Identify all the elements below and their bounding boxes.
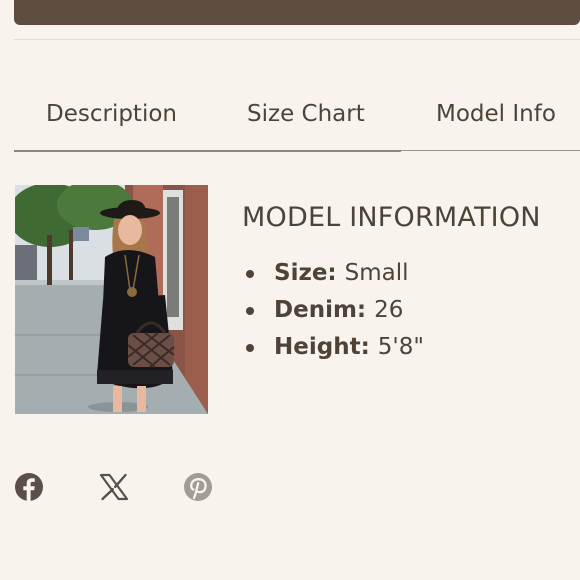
bullet-icon: [246, 344, 254, 352]
bullet-icon: [246, 307, 254, 315]
social-share: [14, 472, 234, 506]
model-denim-value: 26: [374, 297, 404, 323]
model-denim-item: Denim: 26: [242, 292, 572, 329]
bullet-icon: [246, 270, 254, 278]
tab-description[interactable]: Description: [46, 92, 177, 136]
model-height-value: 5'8": [377, 334, 424, 360]
model-denim-entry: Denim: 26: [274, 292, 403, 329]
model-size-label: Size:: [274, 260, 337, 286]
model-information: MODEL INFORMATION Size: Small Denim: 26 …: [242, 198, 572, 366]
tab-size-chart[interactable]: Size Chart: [247, 92, 365, 136]
model-photo: [15, 185, 208, 414]
product-tabs: Description Size Chart Model Info: [14, 92, 580, 136]
model-size-value: Small: [344, 260, 409, 286]
model-height-item: Height: 5'8": [242, 329, 572, 366]
x-icon[interactable]: [99, 472, 129, 502]
add-to-cart-button[interactable]: [14, 0, 580, 25]
model-height-entry: Height: 5'8": [274, 329, 424, 366]
model-denim-label: Denim:: [274, 297, 367, 323]
tabs-underline: [14, 150, 401, 152]
model-height-label: Height:: [274, 334, 370, 360]
model-size-item: Size: Small: [242, 255, 572, 292]
facebook-icon[interactable]: [14, 472, 44, 502]
divider: [14, 39, 580, 40]
model-size-entry: Size: Small: [274, 255, 409, 292]
pinterest-icon[interactable]: [183, 472, 213, 502]
tab-model-info[interactable]: Model Info: [436, 92, 556, 136]
model-info-title: MODEL INFORMATION: [242, 202, 541, 233]
product-page: Description Size Chart Model Info MODEL …: [0, 0, 580, 580]
model-info-list: Size: Small Denim: 26 Height: 5'8": [242, 255, 572, 366]
